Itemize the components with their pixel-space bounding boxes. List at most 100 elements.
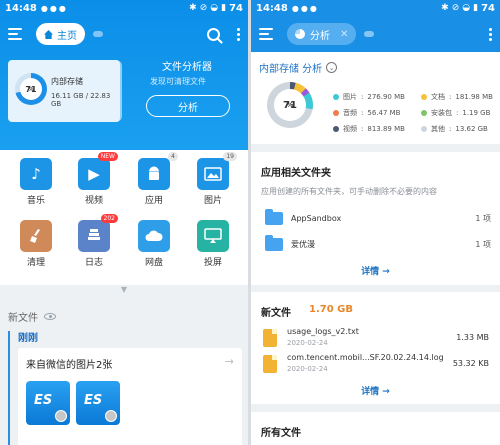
storage-label: 内部存储 <box>51 77 83 86</box>
category-apps[interactable]: 4 应用 <box>124 152 184 206</box>
tab-home-label: 主页 <box>57 30 77 42</box>
file-row[interactable]: usage_logs_v2.txt 2020-02-24 1.33 MB <box>263 326 491 352</box>
menu-icon[interactable] <box>8 28 24 40</box>
category-clean[interactable]: 清理 <box>6 220 66 268</box>
category-music[interactable]: ♪ 音乐 <box>6 158 66 206</box>
more-options-icon[interactable] <box>488 27 492 41</box>
legend-apks: 安装包:1.19 GB <box>421 108 490 118</box>
legend-other: 其他:13.62 GB <box>421 124 488 134</box>
app-folders-title: 应用相关文件夹 <box>261 168 331 179</box>
expand-chevron-icon[interactable]: ▼ <box>0 285 248 303</box>
category-video[interactable]: ▶ NEW 视频 <box>64 152 124 206</box>
pie-chart-icon <box>295 29 305 39</box>
menu-icon[interactable] <box>259 28 275 40</box>
eye-icon[interactable] <box>44 313 56 320</box>
storage-size: 16.11 GB / 22.83 GB <box>51 92 111 108</box>
category-cast[interactable]: 投屏 <box>183 220 243 268</box>
category-images[interactable]: 19 图片 <box>183 152 243 206</box>
all-files-title: 所有文件 <box>261 428 301 439</box>
mute-icon: ⊘ <box>451 3 460 13</box>
category-label: 清理 <box>26 258 45 268</box>
storage-breakdown-ring: 71% <box>267 82 313 128</box>
image-thumbnail[interactable]: ES <box>26 381 70 425</box>
select-circle-icon[interactable] <box>55 410 67 422</box>
file-row[interactable]: com.tencent.mobil...SF.20.02.24.14.log 2… <box>263 352 491 378</box>
count-badge: 4 <box>168 152 178 161</box>
analysis-screen: 14:48 ● ● ● ✱ ⊘ ◒ ▮ 74 分析 ✕ 内部存储 分析 ⌄ 71… <box>251 0 500 445</box>
cloud-icon <box>364 31 375 37</box>
folder-item-count: 1 项 <box>475 213 491 223</box>
es-logo-icon: ES <box>34 393 53 408</box>
close-tab-icon[interactable]: ✕ <box>340 29 348 40</box>
search-icon[interactable] <box>207 27 220 41</box>
folder-name: 爱优漫 <box>291 239 315 249</box>
folder-icon <box>265 208 283 225</box>
wifi-icon: ◒ <box>462 3 471 13</box>
category-label: 视频 <box>84 196 103 206</box>
tab-home[interactable]: 主页 <box>36 23 85 45</box>
log-file-icon <box>263 355 277 373</box>
new-files-details-link[interactable]: 详情 → <box>251 384 500 397</box>
folder-icon <box>265 234 283 251</box>
recent-files-section: 新文件 刚刚 来自微信的图片2张 → ES ES <box>0 303 248 445</box>
status-time: 14:48 <box>5 2 37 14</box>
timeline-line <box>8 331 10 445</box>
file-size: 1.33 MB <box>456 333 489 342</box>
android-icon: 4 <box>138 152 178 190</box>
file-name: usage_logs_v2.txt <box>287 327 359 336</box>
category-grid: ♪ 音乐 ▶ NEW 视频 4 应用 19 图片 清理 202 日志 网盘 投屏 <box>0 150 248 285</box>
storage-analysis-card: 内部存储 分析 ⌄ 71% 图片:276.90 MB 文档:181.98 MB … <box>251 52 500 144</box>
app-notification-icon: ● <box>58 3 66 13</box>
storage-analysis-header[interactable]: 内部存储 分析 ⌄ <box>259 60 338 75</box>
new-files-size: 1.70 GB <box>309 304 353 315</box>
legend-images: 图片:276.90 MB <box>333 92 405 102</box>
home-icon <box>44 29 53 39</box>
chevron-down-icon[interactable]: ⌄ <box>326 62 338 73</box>
music-icon: ♪ <box>20 158 52 190</box>
tab-analysis-label: 分析 <box>310 30 330 42</box>
battery-level: 74 <box>229 2 243 14</box>
select-circle-icon[interactable] <box>105 410 117 422</box>
new-files-card: 新文件 1.70 GB usage_logs_v2.txt 2020-02-24… <box>251 292 500 404</box>
legend-audio: 音频:56.47 MB <box>333 108 400 118</box>
status-bar: 14:48 ● ● ● ✱ ⊘ ◒ ▮ 74 <box>251 0 500 16</box>
image-thumbnail[interactable]: ES <box>76 381 120 425</box>
folder-row[interactable]: 爱优漫 1 项 <box>265 234 491 254</box>
category-logs[interactable]: 202 日志 <box>64 214 124 268</box>
es-logo-icon: ES <box>84 393 103 408</box>
category-label: 图片 <box>203 196 222 206</box>
bluetooth-icon: ✱ <box>441 3 449 13</box>
internal-storage-card[interactable]: 71% 内部存储 16.11 GB / 22.83 GB <box>8 60 120 122</box>
more-options-icon[interactable] <box>236 27 240 41</box>
storage-percent-sign: % <box>27 85 34 93</box>
analyze-button[interactable]: 分析 <box>146 95 230 117</box>
app-folders-subtitle: 应用创建的所有文件夹，可手动删除不必要的内容 <box>261 187 437 196</box>
category-cloud-drive[interactable]: 网盘 <box>124 220 184 268</box>
storage-analysis-title: 内部存储 分析 <box>259 64 323 75</box>
home-header: 14:48 ● ● ● ✱ ⊘ ◒ ▮ 74 主页 71 % 内部存储 16.1… <box>0 0 248 150</box>
app-notification-icon: ● <box>309 3 317 13</box>
cast-icon <box>197 220 229 252</box>
analysis-header: 14:48 ● ● ● ✱ ⊘ ◒ ▮ 74 分析 ✕ <box>251 0 500 52</box>
recent-files-header: 新文件 <box>8 309 56 324</box>
category-label: 网盘 <box>144 258 163 268</box>
battery-level: 74 <box>481 2 495 14</box>
home-app-bar: 主页 <box>0 16 248 52</box>
arrow-right-icon: → <box>224 355 234 368</box>
new-badge: NEW <box>97 152 118 161</box>
status-bar: 14:48 ● ● ● ✱ ⊘ ◒ ▮ 74 <box>0 0 248 16</box>
new-files-title: 新文件 <box>261 308 291 319</box>
category-label: 日志 <box>84 258 103 268</box>
category-label: 应用 <box>144 196 163 206</box>
folder-row[interactable]: AppSandbox 1 项 <box>265 208 491 228</box>
wechat-images-card[interactable]: 来自微信的图片2张 → ES ES <box>18 348 242 445</box>
storage-percent-sign: % <box>286 101 294 109</box>
storage-usage-ring: 71% <box>15 73 47 105</box>
image-icon: 19 <box>197 152 237 190</box>
category-label: 音乐 <box>26 196 45 206</box>
file-date: 2020-02-24 <box>287 339 328 347</box>
tab-analysis[interactable]: 分析 ✕ <box>287 23 357 45</box>
app-folders-details-link[interactable]: 详情 → <box>251 264 500 277</box>
legend-documents: 文档:181.98 MB <box>421 92 493 102</box>
all-files-card: 所有文件 <box>251 412 500 445</box>
